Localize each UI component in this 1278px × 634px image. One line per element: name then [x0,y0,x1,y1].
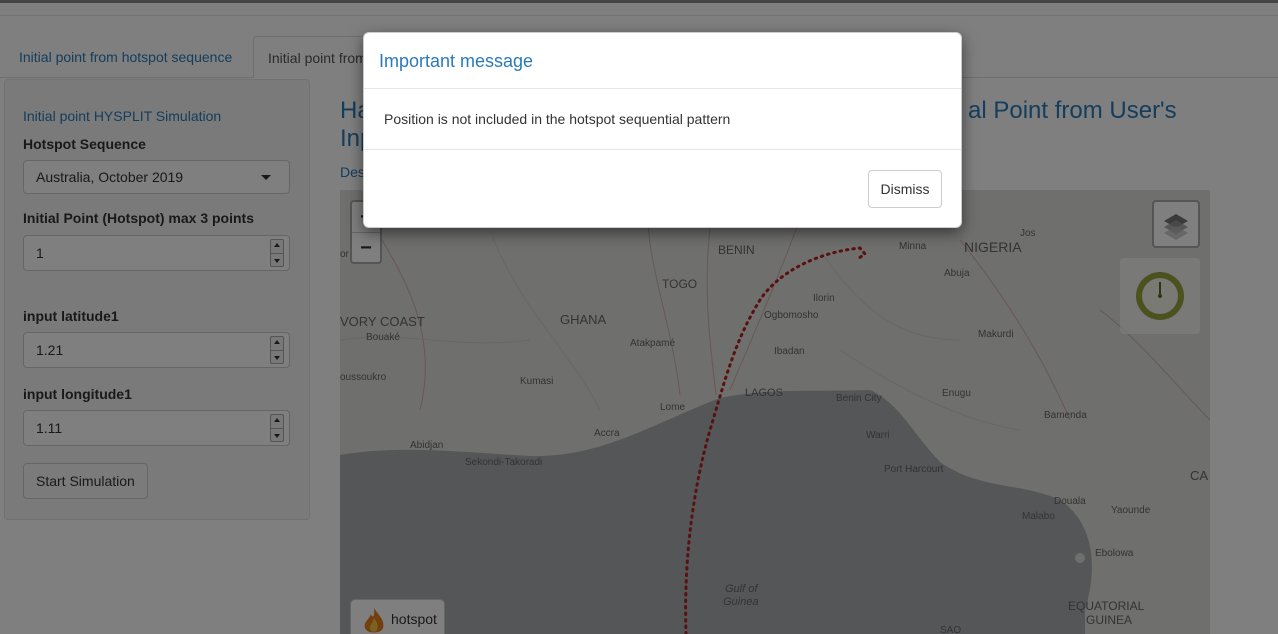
dialog-message: Position is not included in the hotspot … [384,111,731,127]
dialog-header: Important message [364,33,961,89]
dismiss-button[interactable]: Dismiss [868,170,942,208]
important-message-dialog: Important message Position is not includ… [363,32,962,228]
dialog-divider [364,149,961,150]
dialog-title: Important message [379,51,534,71]
